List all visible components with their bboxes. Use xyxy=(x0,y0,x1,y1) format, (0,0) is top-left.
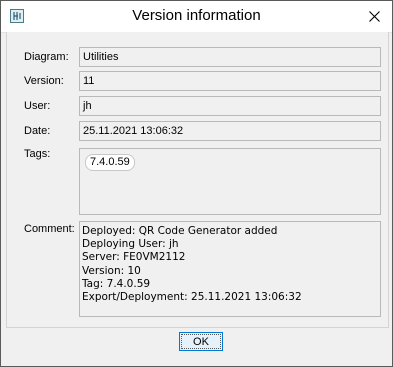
user-label: User: xyxy=(24,100,51,112)
close-icon xyxy=(368,10,380,22)
version-field[interactable]: 11 xyxy=(79,71,381,91)
tags-label: Tags: xyxy=(24,148,51,160)
comment-field[interactable]: Deployed: QR Code Generator added Deploy… xyxy=(79,221,381,317)
dialog-title: Version information xyxy=(132,7,261,24)
date-label: Date: xyxy=(24,125,51,137)
footer-divider xyxy=(6,327,387,328)
tag-chip[interactable]: 7.4.0.59 xyxy=(85,154,135,171)
version-info-dialog: Version information Diagram: Utilities V… xyxy=(0,0,393,367)
version-label: Version: xyxy=(24,75,64,87)
content-panel: Diagram: Utilities Version: 11 User: jh … xyxy=(6,32,389,328)
date-field[interactable]: 25.11.2021 13:06:32 xyxy=(79,121,381,141)
close-button[interactable] xyxy=(364,7,384,25)
tags-box[interactable]: 7.4.0.59 xyxy=(79,148,381,215)
comment-line: Server: FE0VM2112 xyxy=(82,251,186,264)
focus-ring xyxy=(181,334,221,349)
diagram-field[interactable]: Utilities xyxy=(79,47,381,67)
comment-line: Export/Deployment: 25.11.2021 13:06:32 xyxy=(82,291,302,304)
diagram-label: Diagram: xyxy=(24,51,69,63)
comment-line: Version: 10 xyxy=(82,264,141,277)
comment-label: Comment: xyxy=(24,223,75,235)
ok-button[interactable]: OK xyxy=(179,332,223,351)
user-field[interactable]: jh xyxy=(79,96,381,116)
title-bar[interactable]: Version information xyxy=(1,1,392,33)
comment-line: Deployed: QR Code Generator added xyxy=(82,225,278,237)
comment-line: Deploying User: jh xyxy=(82,238,179,251)
comment-line: Tag: 7.4.0.59 xyxy=(82,277,151,290)
